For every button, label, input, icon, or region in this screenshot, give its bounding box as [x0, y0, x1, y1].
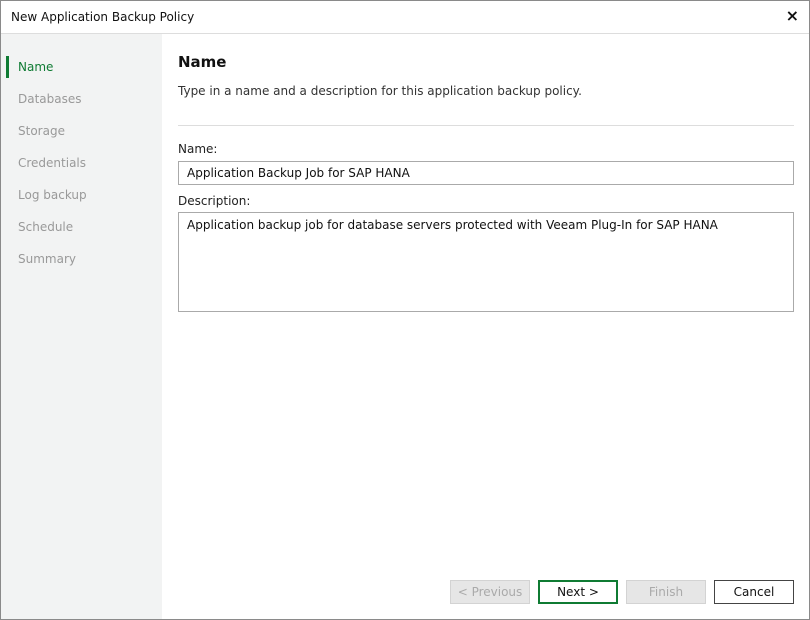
wizard-window: New Application Backup Policy × Name Dat… — [0, 0, 810, 620]
next-button[interactable]: Next > — [538, 580, 618, 604]
cancel-button[interactable]: Cancel — [714, 580, 794, 604]
title-bar: New Application Backup Policy × — [1, 1, 809, 34]
finish-button[interactable]: Finish — [626, 580, 706, 604]
step-summary: Summary — [18, 252, 76, 266]
divider — [178, 125, 794, 126]
step-name[interactable]: Name — [18, 60, 53, 74]
previous-button[interactable]: < Previous — [450, 580, 530, 604]
step-schedule: Schedule — [18, 220, 74, 234]
window-title: New Application Backup Policy — [11, 10, 195, 24]
step-storage: Storage — [18, 124, 65, 138]
step-log-backup: Log backup — [18, 188, 87, 202]
name-input[interactable] — [178, 161, 794, 185]
description-input[interactable]: Application backup job for database serv… — [178, 212, 794, 312]
close-icon[interactable]: × — [786, 6, 799, 25]
description-label: Description: — [178, 194, 251, 208]
active-step-indicator — [6, 56, 9, 78]
wizard-steps — [1, 34, 162, 619]
step-credentials: Credentials — [18, 156, 87, 170]
step-databases: Databases — [18, 92, 82, 106]
name-label: Name: — [178, 142, 218, 156]
page-subtitle: Type in a name and a description for thi… — [178, 84, 582, 98]
page-title: Name — [178, 53, 227, 71]
